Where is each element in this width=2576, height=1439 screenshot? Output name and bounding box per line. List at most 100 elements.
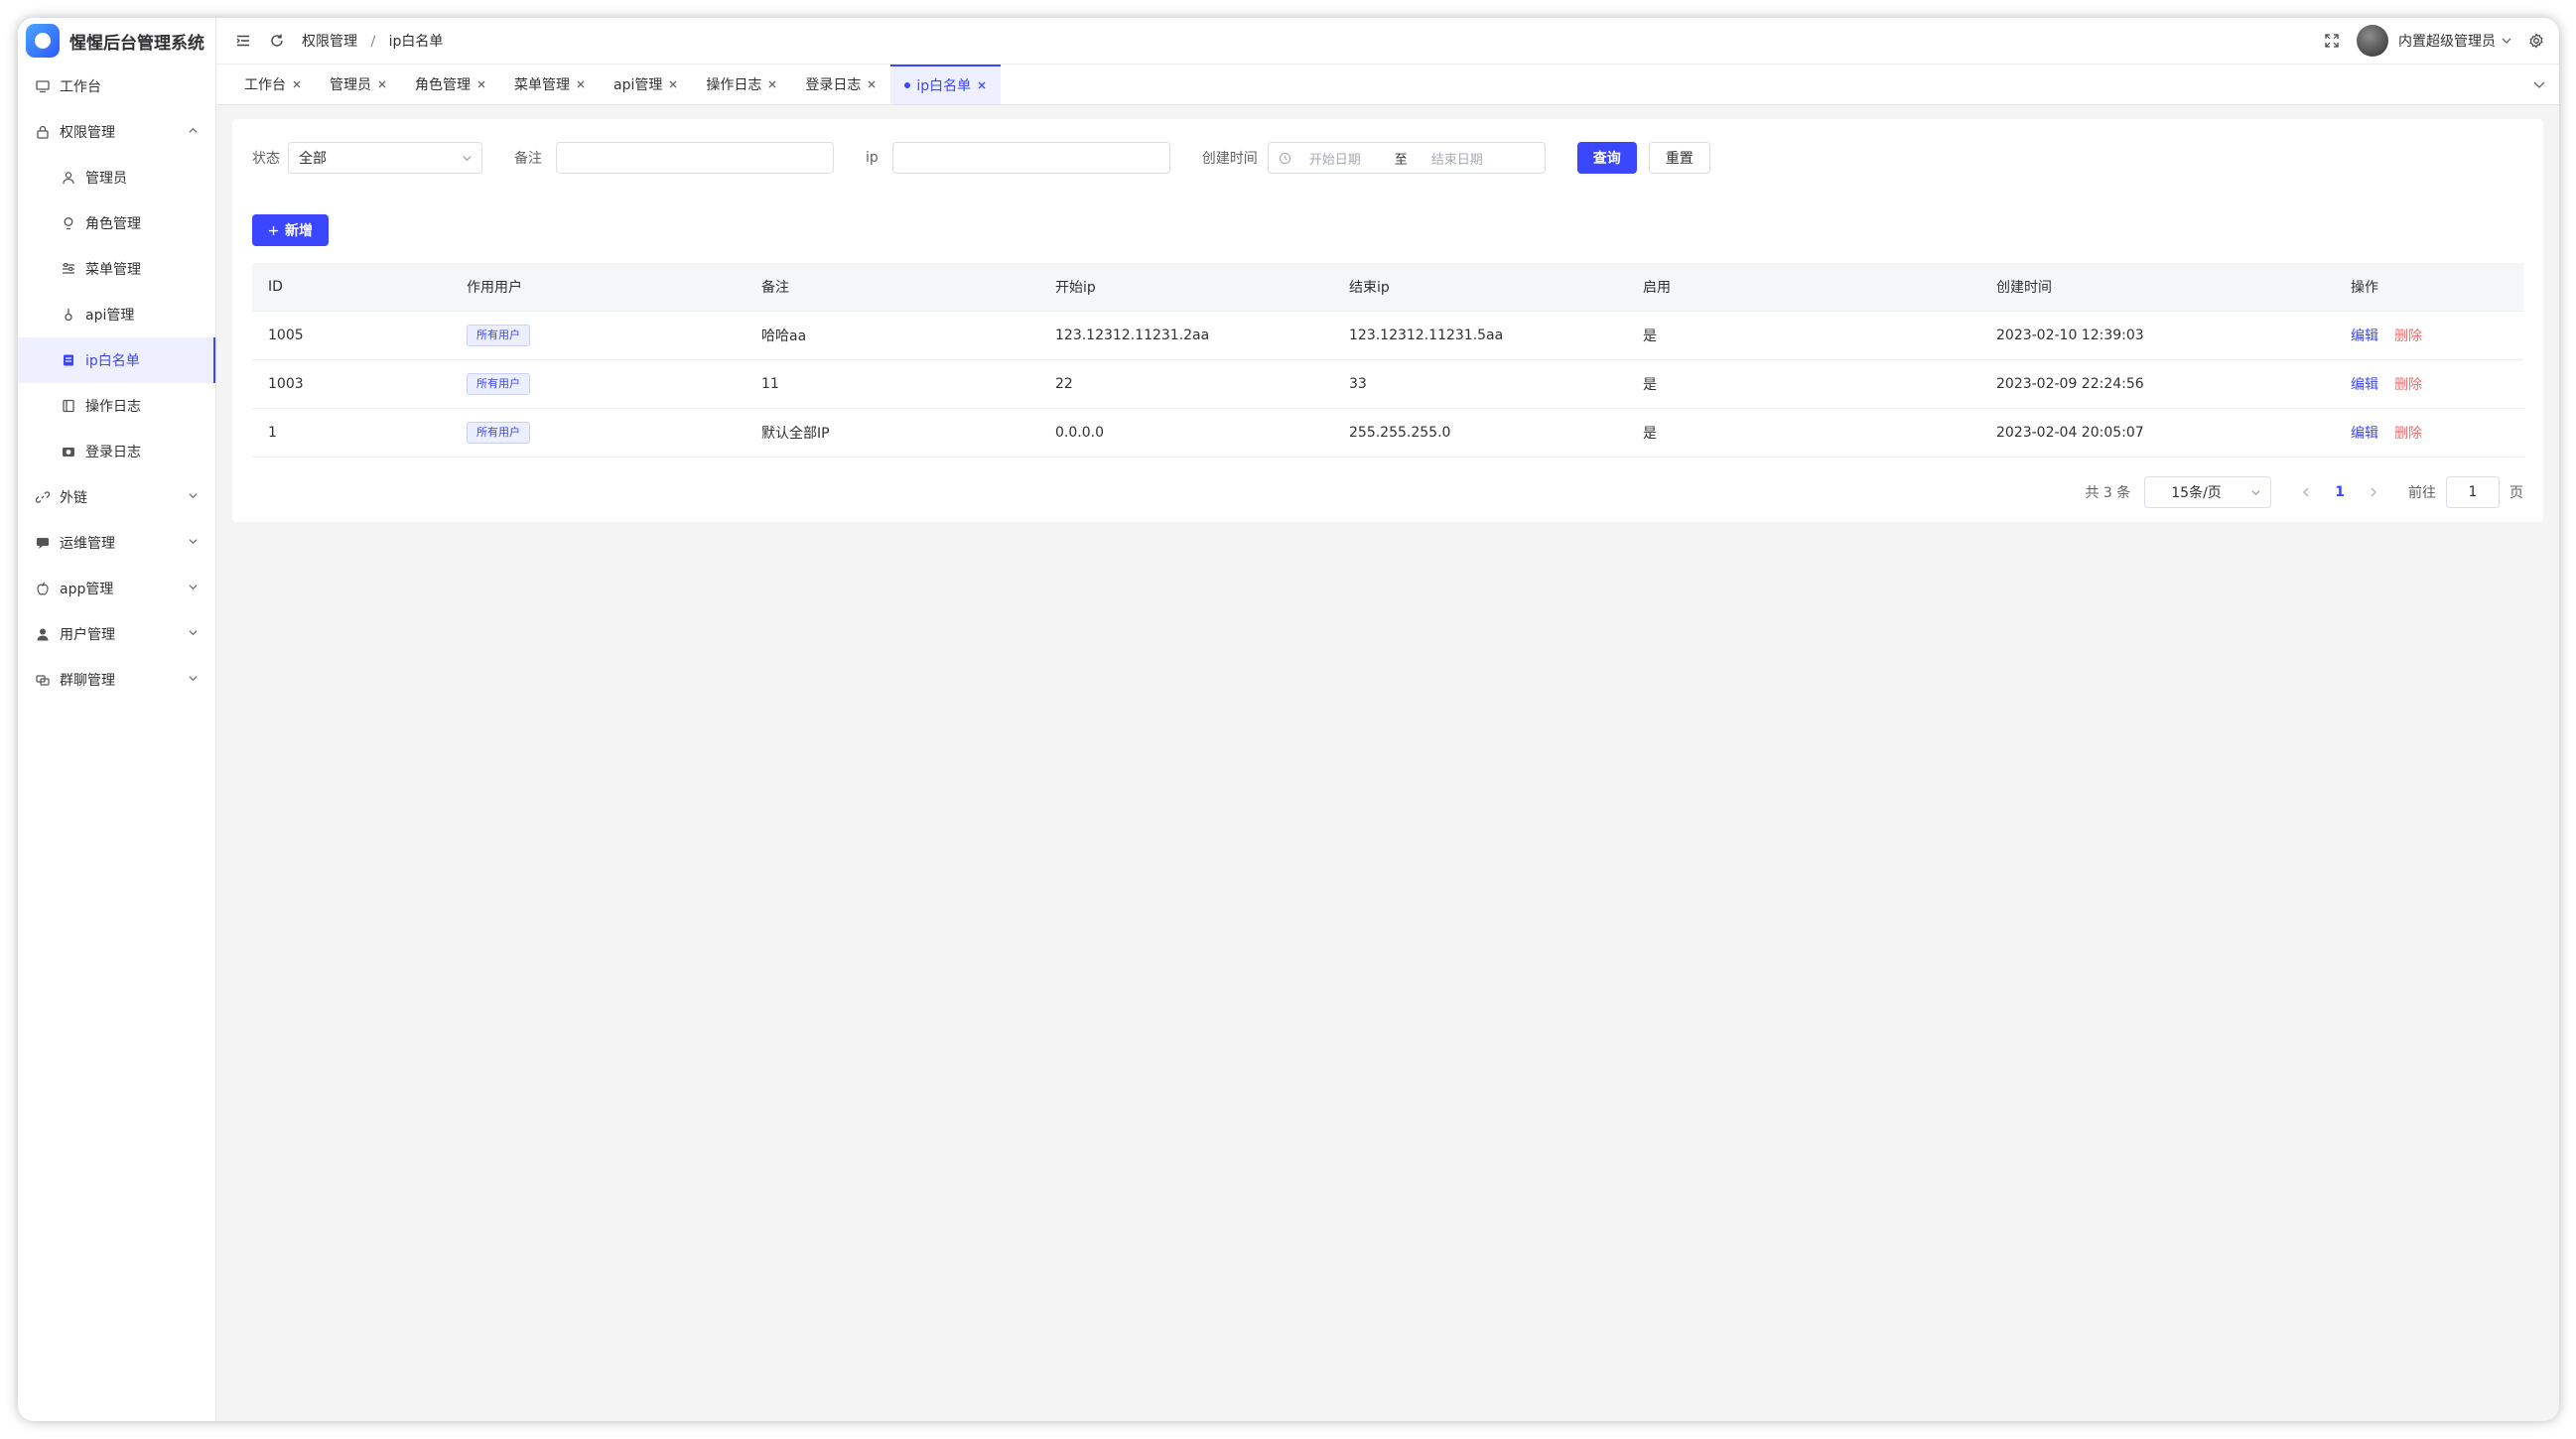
- pagination: 共 3 条 15条/页 1 前往 1 页: [2085, 476, 2523, 508]
- column-header: 启用: [1643, 280, 1671, 296]
- reset-button[interactable]: 重置: [1648, 142, 1710, 174]
- prev-page-icon[interactable]: [2299, 485, 2313, 499]
- column-header: 结束ip: [1349, 280, 1390, 296]
- close-icon[interactable]: [767, 79, 777, 89]
- tab-label: 角色管理: [415, 77, 471, 93]
- close-icon[interactable]: [668, 79, 678, 89]
- doc-icon: [62, 399, 75, 413]
- sidebar-item-label: 用户管理: [60, 627, 115, 643]
- close-icon[interactable]: [476, 79, 486, 89]
- sidebar-menu: 工作台 权限管理 管理员 角色管理 菜单管理 api管理 ip白名单 操作日志 …: [18, 64, 215, 703]
- api-icon: [62, 308, 75, 322]
- sidebar-item-api[interactable]: api管理: [18, 292, 215, 337]
- sidebar-item-roles[interactable]: 角色管理: [18, 200, 215, 246]
- next-page-icon[interactable]: [2367, 485, 2380, 499]
- chevron-down-icon: [189, 539, 198, 545]
- start-date-placeholder[interactable]: 开始日期: [1309, 149, 1395, 168]
- link-icon: [36, 490, 50, 504]
- cell-actions: 编辑 删除: [2335, 326, 2523, 345]
- chevron-down-icon[interactable]: [2502, 36, 2511, 46]
- menu-toggle-icon[interactable]: [234, 32, 252, 50]
- sidebar-item-menus[interactable]: 菜单管理: [18, 246, 215, 292]
- date-range-separator: 至: [1394, 152, 1408, 168]
- close-icon[interactable]: [977, 80, 987, 90]
- date-range-picker[interactable]: 开始日期 至 结束日期: [1267, 142, 1546, 174]
- fullscreen-icon[interactable]: [2323, 32, 2341, 50]
- sidebar-item-label: 登录日志: [85, 445, 141, 460]
- remark-label: 备注: [514, 151, 542, 167]
- delete-button[interactable]: 删除: [2394, 328, 2422, 344]
- logo-row: 惺惺后台管理系统: [18, 18, 215, 64]
- edit-button[interactable]: 编辑: [2351, 328, 2378, 344]
- tab-api[interactable]: api管理: [600, 65, 692, 104]
- breadcrumb-separator: /: [370, 34, 376, 50]
- tab-bar: 工作台 管理员 角色管理 菜单管理 api管理 操作日志 登录日志 ip白名单: [216, 64, 2559, 105]
- query-button[interactable]: 查询: [1576, 142, 1637, 174]
- tab-workbench[interactable]: 工作台: [230, 65, 316, 104]
- sidebar-item-group-chat[interactable]: 群聊管理: [18, 657, 215, 703]
- table-row: 1 所有用户 默认全部IP 0.0.0.0 255.255.255.0 是 20…: [252, 409, 2523, 458]
- user-icon: [62, 171, 75, 185]
- ip-input[interactable]: [891, 142, 1170, 174]
- sidebar-item-operation-log[interactable]: 操作日志: [18, 383, 215, 429]
- sidebar-item-label: 工作台: [60, 79, 101, 95]
- column-header: 创建时间: [1996, 280, 2052, 296]
- cell-scope: 所有用户: [451, 325, 746, 346]
- avatar[interactable]: [2357, 25, 2388, 57]
- sidebar-item-login-log[interactable]: 登录日志: [18, 429, 215, 474]
- gear-icon[interactable]: [2527, 32, 2545, 50]
- lock-icon: [36, 125, 50, 139]
- status-select[interactable]: 全部: [288, 142, 482, 174]
- person-icon: [36, 627, 50, 641]
- sidebar-item-ip-whitelist[interactable]: ip白名单: [18, 337, 215, 383]
- remark-input-field[interactable]: [567, 150, 823, 166]
- tab-operation-log[interactable]: 操作日志: [692, 65, 791, 104]
- tab-label: 操作日志: [706, 77, 762, 93]
- tab-roles[interactable]: 角色管理: [401, 65, 500, 104]
- sidebar-item-users[interactable]: 用户管理: [18, 611, 215, 657]
- delete-button[interactable]: 删除: [2394, 377, 2422, 393]
- ip-input-field[interactable]: [902, 150, 1159, 166]
- active-dot-icon: [904, 82, 911, 88]
- tab-admins[interactable]: 管理员: [316, 65, 401, 104]
- table-header: ID 作用用户 备注 开始ip 结束ip 启用 创建时间 操作: [252, 263, 2523, 312]
- breadcrumb-item[interactable]: 权限管理: [302, 34, 357, 50]
- status-label: 状态: [252, 151, 280, 167]
- delete-button[interactable]: 删除: [2394, 426, 2422, 442]
- filter-bar: 状态 全部 备注 ip 创建时间 开始日期 至 结束日期 查询 重置: [252, 141, 2535, 175]
- cell-scope: 所有用户: [451, 422, 746, 444]
- sidebar-item-links[interactable]: 外链: [18, 474, 215, 520]
- page-size-select[interactable]: 15条/页: [2144, 476, 2272, 508]
- chevron-down-icon[interactable]: [2533, 78, 2545, 90]
- sidebar-item-label: ip白名单: [85, 353, 140, 369]
- close-icon[interactable]: [867, 79, 877, 89]
- end-date-placeholder[interactable]: 结束日期: [1431, 149, 1483, 168]
- sidebar-item-app[interactable]: app管理: [18, 566, 215, 611]
- tab-login-log[interactable]: 登录日志: [791, 65, 890, 104]
- remark-input[interactable]: [556, 142, 834, 174]
- edit-button[interactable]: 编辑: [2351, 377, 2378, 393]
- close-icon[interactable]: [576, 79, 586, 89]
- refresh-icon[interactable]: [268, 32, 286, 50]
- admin-name[interactable]: 内置超级管理员: [2398, 31, 2496, 51]
- close-icon[interactable]: [377, 79, 387, 89]
- sidebar-item-permissions[interactable]: 权限管理: [18, 109, 215, 155]
- cell-remark: 11: [761, 376, 779, 392]
- edit-button[interactable]: 编辑: [2351, 426, 2378, 442]
- tab-ip-whitelist[interactable]: ip白名单: [890, 65, 1002, 104]
- content-card: 状态 全部 备注 ip 创建时间 开始日期 至 结束日期 查询 重置 新增 ID…: [232, 119, 2543, 522]
- cell-created: 2023-02-04 20:05:07: [1996, 425, 2144, 441]
- apple-icon: [36, 582, 50, 595]
- chat-icon: [36, 536, 50, 550]
- list-icon: [62, 353, 75, 367]
- add-button[interactable]: 新增: [252, 214, 329, 246]
- goto-page-input[interactable]: 1: [2446, 476, 2500, 508]
- cell-enabled: 是: [1643, 377, 1657, 393]
- close-icon[interactable]: [292, 79, 302, 89]
- page-number-current[interactable]: 1: [2335, 484, 2345, 500]
- sidebar-item-admins[interactable]: 管理员: [18, 155, 215, 200]
- sidebar-item-ops[interactable]: 运维管理: [18, 520, 215, 566]
- tab-menus[interactable]: 菜单管理: [500, 65, 600, 104]
- sidebar-item-workbench[interactable]: 工作台: [18, 64, 215, 109]
- chevron-down-icon: [189, 585, 198, 590]
